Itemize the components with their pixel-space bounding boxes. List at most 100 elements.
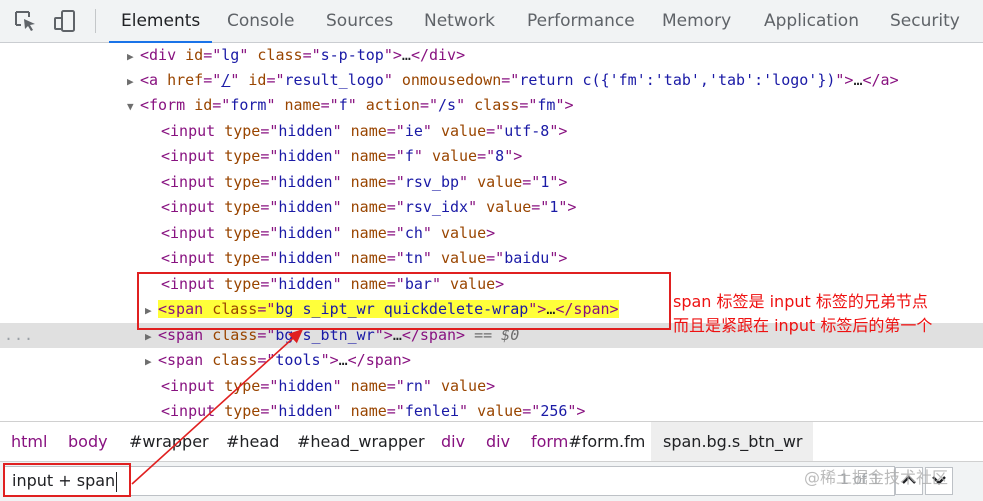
markup-token: ">	[555, 96, 574, 114]
markup-token: ="	[522, 402, 541, 420]
tab-network[interactable]: Network	[424, 0, 495, 42]
breadcrumb-div[interactable]: div	[441, 422, 465, 462]
annotation-input-box	[3, 463, 131, 497]
markup-token: <input	[161, 198, 225, 216]
breadcrumb-div[interactable]: div	[486, 422, 510, 462]
breadcrumb-head-wrapper[interactable]: #head_wrapper	[297, 422, 425, 462]
markup-token: ="	[260, 173, 279, 191]
markup-token: ="	[386, 402, 405, 420]
markup-token: </span>	[347, 351, 411, 369]
markup-token: ="	[486, 122, 505, 140]
markup-token: hidden	[278, 173, 333, 191]
markup-token: ="	[260, 147, 279, 165]
markup-token: result_logo	[284, 71, 384, 89]
markup-token: ">	[567, 402, 586, 420]
markup-token: "	[332, 122, 351, 140]
markup-token: ="	[386, 249, 405, 267]
dom-node-input-ie[interactable]: <input type="hidden" name="ie" value="ut…	[0, 119, 983, 144]
markup-token: ="	[212, 96, 231, 114]
breadcrumb-html[interactable]: html	[11, 422, 47, 462]
dom-node-input-tn[interactable]: <input type="hidden" name="tn" value="ba…	[0, 246, 983, 271]
markup-token: ">	[549, 173, 568, 191]
devtools-toolbar: Elements Console Sources Network Perform…	[0, 0, 983, 43]
breadcrumb-wrapper[interactable]: #wrapper	[129, 422, 209, 462]
markup-token: "	[332, 224, 351, 242]
markup-token: onmousedown	[401, 71, 502, 89]
node-markup: <div id="lg" class="s-p-top">…</div>	[140, 46, 465, 64]
markup-token: action	[365, 96, 420, 114]
node-markup: <input type="hidden" name="f" value="8">	[161, 147, 522, 165]
markup-token: "	[468, 198, 487, 216]
tab-elements[interactable]: Elements	[108, 0, 213, 43]
breadcrumb-token: #form.fm	[568, 432, 646, 451]
markup-token: rn	[404, 377, 423, 395]
markup-token: ">	[835, 71, 854, 89]
markup-token: <div	[140, 46, 186, 64]
tab-console[interactable]: Console	[227, 0, 295, 42]
node-markup: <input type="hidden" name="rsv_idx" valu…	[161, 198, 576, 216]
markup-token: "	[422, 377, 441, 395]
tab-security[interactable]: Security	[890, 0, 960, 42]
markup-token: ie	[404, 122, 423, 140]
markup-token: type	[224, 173, 261, 191]
dom-node-input-rsv-bp[interactable]: <input type="hidden" name="rsv_bp" value…	[0, 170, 983, 195]
markup-token: ">	[320, 351, 339, 369]
dom-node-span-tools[interactable]: ▶ <span class="tools">…</span>	[0, 348, 983, 373]
markup-token: ">	[383, 46, 402, 64]
markup-token: tn	[404, 249, 423, 267]
breadcrumb-body[interactable]: body	[68, 422, 108, 462]
dom-node-input-rn[interactable]: <input type="hidden" name="rn" value>	[0, 374, 983, 399]
expand-triangle-icon[interactable]: ▶	[145, 349, 158, 374]
tab-sources[interactable]: Sources	[326, 0, 393, 42]
markup-token: ="	[386, 377, 405, 395]
breadcrumb-token: #head_wrapper	[297, 432, 425, 451]
dom-node-form[interactable]: ▼ <form id="form" name="f" action="/s" cl…	[0, 93, 983, 118]
dom-node-div-lg[interactable]: ▶ <div id="lg" class="s-p-top">…</div>	[0, 43, 983, 68]
markup-token: id	[194, 96, 213, 114]
markup-token: fenlei	[404, 402, 460, 420]
dom-node-input-ch[interactable]: <input type="hidden" name="ch" value>	[0, 221, 983, 246]
markup-token: "	[456, 96, 475, 114]
breadcrumb-form[interactable]: form#form.fm	[531, 422, 645, 462]
device-toolbar-icon[interactable]	[52, 8, 78, 34]
markup-token: ="	[257, 351, 276, 369]
markup-token: ">	[549, 122, 568, 140]
markup-token: type	[224, 122, 261, 140]
tab-application[interactable]: Application	[764, 0, 859, 42]
markup-token: name	[350, 377, 387, 395]
markup-token: ="	[386, 122, 405, 140]
markup-token: name	[284, 96, 321, 114]
collapse-triangle-icon[interactable]: ▼	[127, 94, 140, 119]
markup-token: <input	[161, 173, 225, 191]
dom-node-input-rsv-idx[interactable]: <input type="hidden" name="rsv_idx" valu…	[0, 195, 983, 220]
markup-token: value	[440, 122, 487, 140]
markup-token: s-p-top	[320, 46, 384, 64]
markup-token: ">	[549, 249, 568, 267]
dom-node-input-fenlei[interactable]: <input type="hidden" name="fenlei" value…	[0, 399, 983, 421]
annotation-line-1: span 标签是 input 标签的兄弟节点	[673, 292, 928, 311]
markup-token: ="	[260, 249, 279, 267]
markup-token: "	[266, 96, 285, 114]
markup-token: hidden	[278, 402, 333, 420]
markup-token: "	[459, 173, 478, 191]
tab-memory[interactable]: Memory	[662, 0, 731, 42]
inspect-element-icon[interactable]	[12, 8, 38, 34]
markup-token: <input	[161, 224, 225, 242]
markup-token: <a	[140, 71, 168, 89]
tab-performance[interactable]: Performance	[527, 0, 635, 42]
breadcrumb-span-current[interactable]: span.bg.s_btn_wr	[651, 422, 813, 462]
markup-token: name	[350, 122, 387, 140]
markup-token: "	[332, 173, 351, 191]
markup-token: lg	[221, 46, 240, 64]
dom-node-input-f[interactable]: <input type="hidden" name="f" value="8">	[0, 144, 983, 169]
breadcrumb-head[interactable]: #head	[226, 422, 279, 462]
expand-triangle-icon[interactable]: ▶	[127, 69, 140, 94]
markup-token: </div>	[410, 46, 466, 64]
markup-token: ="	[531, 198, 550, 216]
expand-triangle-icon[interactable]: ▶	[127, 44, 140, 69]
dom-node-a-result-logo[interactable]: ▶ <a href="/" id="result_logo" onmousedow…	[0, 68, 983, 93]
breadcrumb-token: body	[68, 432, 108, 451]
search-input[interactable]: input + span	[3, 466, 895, 496]
markup-token: type	[224, 147, 261, 165]
markup-token: /	[221, 71, 231, 89]
